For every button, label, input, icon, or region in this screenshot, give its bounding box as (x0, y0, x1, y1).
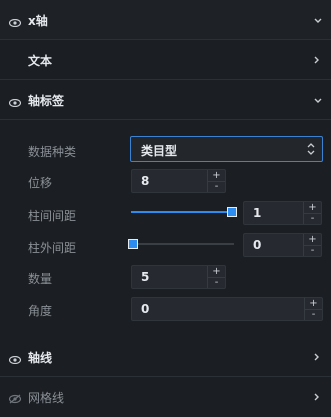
section-title: 文本 (28, 54, 53, 68)
offset-value: 8 (141, 174, 150, 188)
axis-label-section-header[interactable]: 轴标签 (0, 80, 331, 120)
eye-icon[interactable] (8, 353, 22, 367)
section-title: 网格线 (28, 391, 65, 405)
chevron-right-icon[interactable] (311, 352, 321, 362)
slider-handle[interactable] (128, 239, 138, 249)
angle-input[interactable]: 0 + - (131, 297, 323, 321)
angle-label: 角度 (28, 304, 53, 318)
grid-line-section-header[interactable]: 网格线 (0, 377, 331, 417)
bar-outer-gap-stepper[interactable]: + - (303, 234, 321, 256)
section-title: 轴标签 (28, 94, 65, 108)
bar-outer-gap-label: 柱外间距 (28, 241, 77, 255)
bar-outer-gap-input[interactable]: 0 + - (243, 233, 322, 257)
count-stepper[interactable]: + - (207, 266, 225, 288)
axis-line-section-header[interactable]: 轴线 (0, 337, 331, 377)
section-title: x轴 (28, 14, 48, 28)
chevron-down-icon[interactable] (313, 95, 323, 105)
data-type-value: 类目型 (141, 144, 178, 158)
eye-hidden-icon[interactable] (8, 393, 22, 407)
slider-handle[interactable] (227, 207, 237, 217)
count-input[interactable]: 5 + - (131, 265, 226, 289)
x-axis-section-header[interactable]: x轴 (0, 0, 331, 40)
data-type-label: 数据种类 (28, 145, 77, 159)
offset-input[interactable]: 8 + - (131, 169, 226, 193)
decrement-button[interactable]: - (208, 181, 225, 192)
section-title: 轴线 (28, 351, 53, 365)
decrement-button[interactable]: - (304, 245, 321, 256)
bar-inner-gap-value: 1 (253, 206, 262, 220)
slider-fill (131, 211, 227, 213)
angle-stepper[interactable]: + - (304, 298, 322, 320)
count-label: 数量 (28, 272, 53, 286)
bar-inner-gap-stepper[interactable]: + - (303, 202, 321, 224)
decrement-button[interactable]: - (305, 309, 322, 320)
bar-outer-gap-value: 0 (253, 238, 262, 252)
offset-stepper[interactable]: + - (207, 170, 225, 192)
bar-outer-gap-slider[interactable] (128, 238, 234, 250)
eye-icon[interactable] (8, 96, 22, 110)
count-value: 5 (141, 270, 150, 284)
chevron-down-icon[interactable] (313, 15, 323, 25)
chevron-right-icon[interactable] (311, 392, 321, 402)
slider-track[interactable] (128, 243, 234, 245)
decrement-button[interactable]: - (208, 277, 225, 288)
select-arrows-icon (307, 142, 315, 156)
offset-label: 位移 (28, 176, 53, 190)
bar-inner-gap-slider[interactable] (131, 206, 237, 218)
chevron-right-icon[interactable] (311, 55, 321, 65)
text-section-header[interactable]: 文本 (0, 40, 331, 80)
angle-value: 0 (141, 302, 150, 316)
bar-inner-gap-label: 柱间间距 (28, 209, 77, 223)
axis-settings-panel: x轴 文本 轴标签 数据种类 类目型 位移 8 + - 柱间间距 1 + - 柱… (0, 0, 331, 417)
eye-icon[interactable] (8, 16, 22, 28)
data-type-select[interactable]: 类目型 (130, 136, 323, 162)
bar-inner-gap-input[interactable]: 1 + - (243, 201, 322, 225)
decrement-button[interactable]: - (304, 213, 321, 224)
